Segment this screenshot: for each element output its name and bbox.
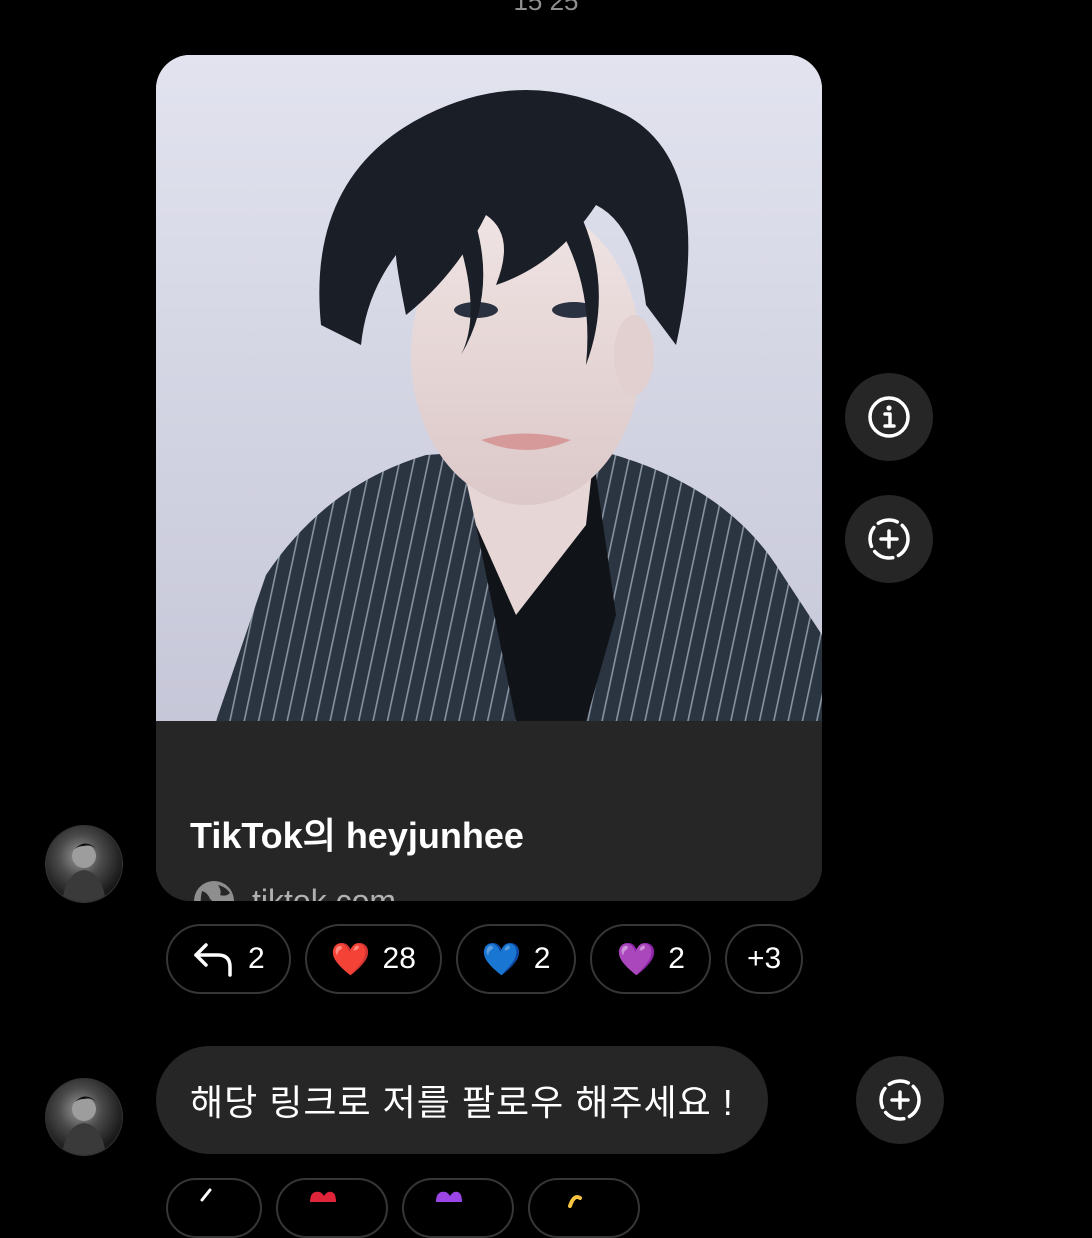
reply-arrow-icon (194, 943, 232, 977)
red-heart-emoji-icon: ❤️ (330, 941, 371, 977)
link-preview-title: TikTok의 heyjunhee (190, 815, 524, 856)
add-reaction-icon (879, 1079, 921, 1121)
info-button[interactable] (845, 373, 933, 461)
avatar-photo (62, 843, 106, 902)
link-domain-row: tiktok.com (192, 879, 396, 901)
reaction-pill-other[interactable] (528, 1178, 640, 1238)
reactions-row: 2 ❤️ 28 💙 2 💜 2 +3 (166, 924, 804, 994)
blue-heart-emoji-icon: 💙 (481, 941, 522, 977)
reactions-row-partial (166, 1178, 640, 1238)
red-heart-emoji-icon (310, 1191, 336, 1202)
message-timestamp: 15 25 (513, 0, 579, 16)
reaction-count: 2 (668, 942, 685, 975)
more-reactions-count: +3 (746, 942, 782, 975)
reaction-count: 2 (533, 942, 551, 975)
portrait-photo (156, 55, 822, 721)
add-reaction-button[interactable] (845, 495, 933, 583)
info-icon (868, 396, 910, 438)
emoji-icon (568, 1195, 582, 1208)
globe-icon (194, 881, 234, 901)
link-domain: tiktok.com (252, 882, 397, 902)
link-preview-footer[interactable]: TikTok의 heyjunhee tiktok.com (156, 721, 822, 901)
reaction-pill-red-heart[interactable] (276, 1178, 388, 1238)
reaction-pill-purple-heart[interactable] (402, 1178, 514, 1238)
add-reaction-icon (868, 518, 910, 560)
message-bubble[interactable]: 해당 링크로 저를 팔로우 해주세요 ! (156, 1046, 768, 1154)
reaction-count: 28 (382, 942, 416, 975)
reply-arrow-icon (200, 1188, 212, 1202)
sender-avatar[interactable] (45, 825, 123, 903)
reaction-count: 2 (248, 942, 265, 975)
reaction-pill-red-heart[interactable]: ❤️ 28 (304, 924, 442, 994)
purple-heart-emoji-icon (436, 1191, 462, 1202)
reaction-pill-purple-heart[interactable]: 💜 2 (590, 924, 711, 994)
reaction-pill-reply[interactable] (166, 1178, 262, 1238)
reaction-pill-more[interactable]: +3 (724, 924, 804, 994)
sender-avatar[interactable] (45, 1078, 123, 1156)
link-preview-card[interactable]: TikTok의 heyjunhee tiktok.com (156, 55, 822, 901)
message-text: 해당 링크로 저를 팔로우 해주세요 ! (190, 1082, 734, 1123)
reaction-pill-blue-heart[interactable]: 💙 2 (455, 924, 577, 994)
link-preview-image[interactable] (156, 55, 822, 721)
avatar-photo (62, 1096, 106, 1155)
add-reaction-button[interactable] (856, 1056, 944, 1144)
purple-heart-emoji-icon: 💜 (616, 941, 657, 977)
reaction-pill-reply[interactable]: 2 (166, 924, 291, 994)
